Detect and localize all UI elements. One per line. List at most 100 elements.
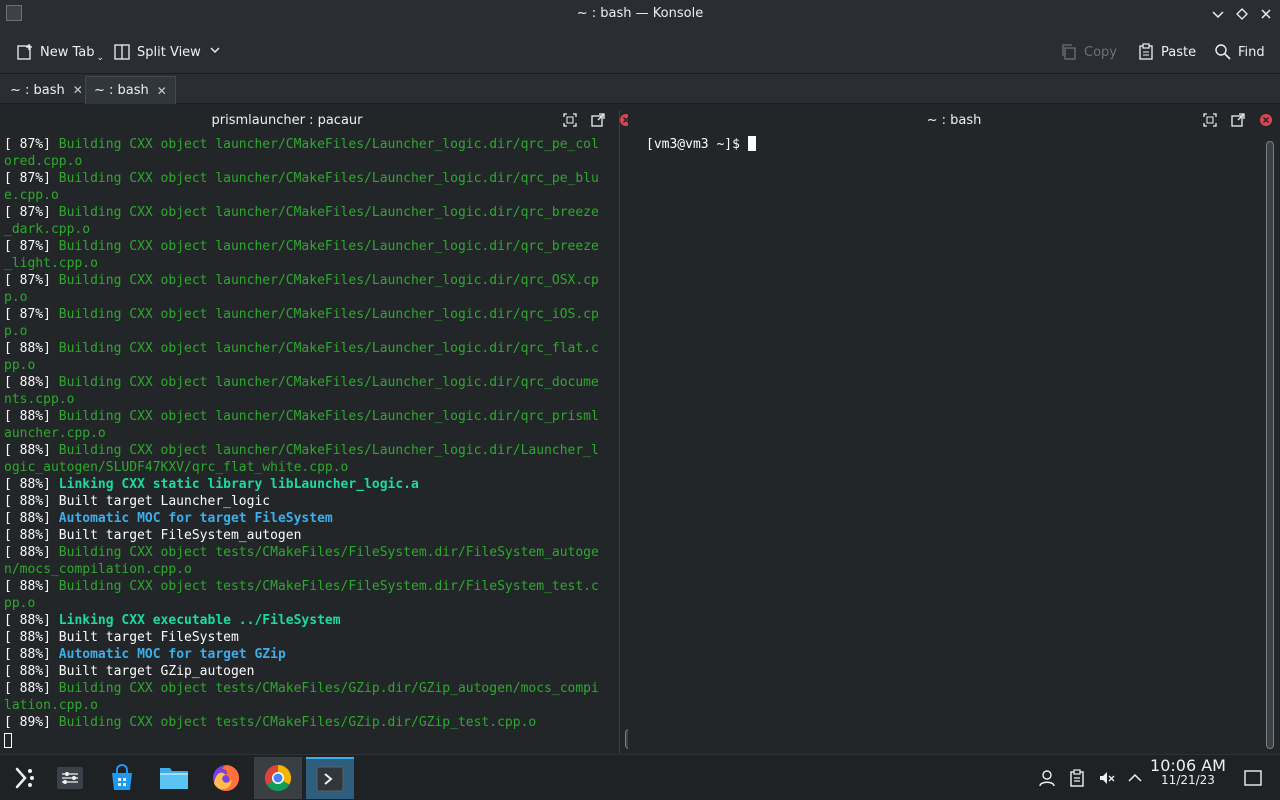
maximize-pane-icon[interactable] bbox=[1203, 113, 1217, 127]
terminal-text: Linking CXX executable ../FileSystem bbox=[58, 613, 341, 628]
terminal-cursor bbox=[747, 136, 756, 151]
close-pane-icon[interactable] bbox=[1259, 113, 1273, 127]
left-pane-title: prismlauncher : pacaur bbox=[211, 113, 363, 128]
tray-expand-icon[interactable] bbox=[1126, 769, 1144, 787]
terminal-text: Building CXX object launcher/CMakeFiles/… bbox=[58, 443, 599, 458]
terminal-text: Building CXX object tests/CMakeFiles/GZi… bbox=[58, 715, 537, 730]
terminal-text: [ 88%] bbox=[4, 375, 59, 390]
maximize-pane-icon[interactable] bbox=[563, 113, 577, 127]
terminal-line: [ 89%] Building CXX object tests/CMakeFi… bbox=[4, 714, 618, 731]
tab-bash-1[interactable]: ~ : bash ✕ bbox=[2, 76, 91, 104]
terminal-text: [ 89%] bbox=[4, 715, 59, 730]
terminal-text: lation.cpp.o bbox=[4, 698, 98, 713]
konsole-button[interactable] bbox=[306, 757, 354, 799]
clock[interactable]: 10:06 AM 11/21/23 bbox=[1150, 756, 1226, 787]
terminal-line: [ 88%] Built target Launcher_logic bbox=[4, 493, 618, 510]
new-tab-dropdown-icon[interactable]: ⌄ bbox=[97, 53, 105, 63]
terminal-text: pp.o bbox=[4, 358, 36, 373]
terminal-text: Building CXX object tests/CMakeFiles/GZi… bbox=[58, 681, 599, 696]
chevron-down-icon[interactable] bbox=[209, 44, 221, 60]
taskbar bbox=[0, 754, 1280, 800]
terminal-line: [ 87%] Building CXX object launcher/CMak… bbox=[4, 306, 618, 323]
find-button[interactable]: Find bbox=[1214, 40, 1265, 64]
terminal-text: [ 88%] Built target FileSystem bbox=[4, 630, 239, 645]
terminal-text: Automatic MOC for target GZip bbox=[58, 647, 286, 662]
terminal-line: [ 87%] Building CXX object launcher/CMak… bbox=[4, 238, 618, 255]
new-tab-button[interactable]: New Tab ⌄ bbox=[16, 40, 104, 64]
paste-label: Paste bbox=[1161, 44, 1197, 60]
left-terminal-output[interactable]: [ 87%] Building CXX object launcher/CMak… bbox=[0, 134, 618, 752]
prompt-line: [vm3@vm3 ~]$ bbox=[628, 134, 1258, 152]
close-tab-icon[interactable]: ✕ bbox=[73, 83, 83, 97]
close-tab-icon[interactable]: ✕ bbox=[157, 84, 167, 98]
terminal-line: [ 88%] Built target FileSystem bbox=[4, 629, 618, 646]
terminal-text: [ 88%] Built target GZip_autogen bbox=[4, 664, 255, 679]
terminal-line: auncher.cpp.o bbox=[4, 425, 618, 442]
launcher-icon bbox=[15, 767, 34, 789]
split-divider[interactable] bbox=[619, 110, 620, 754]
dolphin-file-manager-button[interactable] bbox=[150, 757, 198, 799]
terminal-text: Building CXX object launcher/CMakeFiles/… bbox=[58, 341, 599, 356]
terminal-text: [ 88%] bbox=[4, 511, 59, 526]
right-pane-scrollbar[interactable] bbox=[1266, 141, 1274, 749]
terminal-text: Building CXX object launcher/CMakeFiles/… bbox=[58, 171, 599, 186]
clipboard-icon[interactable] bbox=[1068, 769, 1086, 787]
right-terminal-output[interactable]: [vm3@vm3 ~]$ bbox=[628, 134, 1258, 752]
close-window-icon[interactable] bbox=[1258, 6, 1274, 22]
maximize-icon[interactable] bbox=[1234, 6, 1250, 22]
terminal-line: [ 88%] Building CXX object tests/CMakeFi… bbox=[4, 578, 618, 595]
split-view-button[interactable]: Split View bbox=[113, 40, 221, 64]
terminal-line: [ 88%] Linking CXX executable ../FileSys… bbox=[4, 612, 618, 629]
split-view-icon bbox=[113, 43, 131, 61]
terminal-text: Automatic MOC for target FileSystem bbox=[58, 511, 333, 526]
terminal-text: [ 88%] bbox=[4, 545, 59, 560]
terminal-text: Building CXX object launcher/CMakeFiles/… bbox=[58, 307, 599, 322]
terminal-text: Building CXX object launcher/CMakeFiles/… bbox=[58, 375, 599, 390]
detach-pane-icon[interactable] bbox=[1231, 113, 1245, 127]
tab-bash-2[interactable]: ~ : bash ✕ bbox=[85, 76, 176, 104]
terminal-line: pp.o bbox=[4, 357, 618, 374]
split-view-label: Split View bbox=[137, 44, 201, 60]
paste-button[interactable]: Paste bbox=[1137, 40, 1196, 64]
terminal-text: Building CXX object launcher/CMakeFiles/… bbox=[58, 239, 599, 254]
discover-store-button[interactable] bbox=[98, 757, 146, 799]
chrome-button[interactable] bbox=[254, 757, 302, 799]
system-settings-button[interactable] bbox=[46, 757, 94, 799]
right-pane-header: ~ : bash bbox=[628, 110, 1280, 132]
terminal-text: pp.o bbox=[4, 596, 36, 611]
terminal-text: [ 87%] bbox=[4, 307, 59, 322]
terminal-line: [ 88%] Built target GZip_autogen bbox=[4, 663, 618, 680]
minimize-icon[interactable] bbox=[1210, 6, 1226, 22]
terminal-text: [ 87%] bbox=[4, 273, 59, 288]
terminal-line: e.cpp.o bbox=[4, 187, 618, 204]
terminal-line: _dark.cpp.o bbox=[4, 221, 618, 238]
terminal-line: ogic_autogen/SLUDF47KXV/qrc_flat_white.c… bbox=[4, 459, 618, 476]
firefox-button[interactable] bbox=[202, 757, 250, 799]
volume-muted-icon[interactable] bbox=[1098, 769, 1116, 787]
shopping-bag-icon bbox=[112, 764, 132, 790]
terminal-line: [ 87%] Building CXX object launcher/CMak… bbox=[4, 272, 618, 289]
show-desktop-icon[interactable] bbox=[1244, 769, 1262, 787]
copy-button[interactable]: Copy bbox=[1060, 40, 1117, 64]
terminal-text: e.cpp.o bbox=[4, 188, 59, 203]
tab-label: ~ : bash bbox=[94, 83, 149, 98]
terminal-text: [ 87%] bbox=[4, 205, 59, 220]
application-launcher-button[interactable] bbox=[0, 757, 48, 799]
shell-prompt: [vm3@vm3 ~]$ bbox=[646, 137, 748, 152]
terminal-text: ogic_autogen/SLUDF47KXV/qrc_flat_white.c… bbox=[4, 460, 349, 475]
terminal-line: [ 88%] Building CXX object tests/CMakeFi… bbox=[4, 680, 618, 697]
terminal-text: nts.cpp.o bbox=[4, 392, 75, 407]
terminal-line: [ 88%] Building CXX object launcher/CMak… bbox=[4, 442, 618, 459]
left-pane-header: prismlauncher : pacaur bbox=[0, 110, 632, 132]
new-tab-label: New Tab bbox=[40, 44, 95, 60]
clock-date: 11/21/23 bbox=[1161, 773, 1215, 787]
toolbar: New Tab ⌄ Split View Copy Paste Find bbox=[0, 30, 1280, 74]
folder-icon bbox=[160, 768, 188, 789]
paste-icon bbox=[1137, 43, 1155, 61]
terminal-line: p.o bbox=[4, 323, 618, 340]
terminal-text: _light.cpp.o bbox=[4, 256, 98, 271]
terminal-line: [ 87%] Building CXX object launcher/CMak… bbox=[4, 204, 618, 221]
detach-pane-icon[interactable] bbox=[591, 113, 605, 127]
user-icon[interactable] bbox=[1038, 769, 1056, 787]
new-tab-icon bbox=[16, 43, 34, 61]
